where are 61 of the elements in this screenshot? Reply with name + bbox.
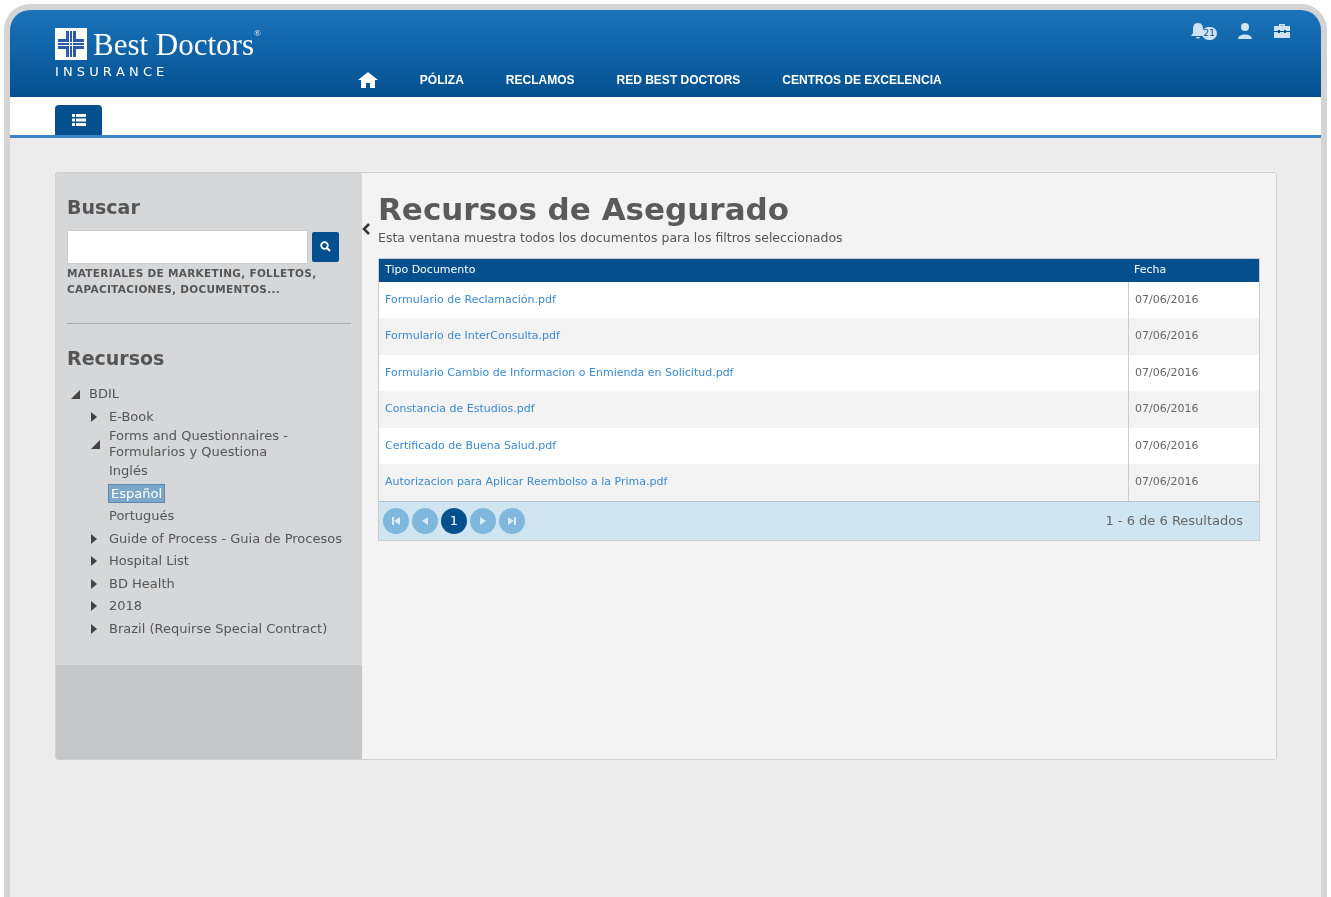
briefcase-icon[interactable] bbox=[1273, 23, 1291, 39]
collapsed-triangle-icon[interactable] bbox=[91, 623, 97, 634]
date-cell-text: 07/06/2016 bbox=[1135, 291, 1199, 308]
bell-icon[interactable] bbox=[1189, 22, 1206, 40]
document-link[interactable]: Certificado de Buena Salud.pdf bbox=[385, 437, 557, 455]
tree-item[interactable]: E-Book bbox=[108, 408, 155, 425]
tree-item[interactable]: Inglés bbox=[108, 463, 149, 480]
document-link[interactable]: Formulario de InterConsulta.pdf bbox=[385, 328, 560, 345]
triangle-icon bbox=[480, 516, 486, 525]
search-button[interactable] bbox=[312, 231, 339, 262]
triangle-icon bbox=[508, 516, 516, 525]
tree-item[interactable]: BDIL bbox=[88, 386, 120, 403]
logo-wordmark: Best Doctors® bbox=[93, 28, 261, 60]
search-field[interactable] bbox=[67, 229, 308, 264]
page-title: Recursos de Asegurado bbox=[378, 190, 791, 228]
page-button[interactable]: 1 bbox=[441, 507, 467, 534]
tree-item[interactable]: 2018 bbox=[108, 598, 144, 615]
search-hint: MATERIALES DE MARKETING, FOLLETOS, CAPACITACIONES, DOCUMENTOS... bbox=[67, 265, 318, 297]
expanded-triangle-icon[interactable] bbox=[91, 439, 100, 449]
document-link[interactable]: Formulario de Reclamación.pdf bbox=[385, 291, 556, 309]
collapse-icon[interactable] bbox=[362, 223, 370, 235]
tree-item[interactable]: Brazil (Requirse Special Contract) bbox=[108, 620, 329, 637]
tree-item[interactable]: Guide of Process - Guia de Procesos bbox=[108, 530, 343, 547]
logo-tagline: I N S U R A N C E bbox=[55, 63, 166, 81]
tree-item[interactable]: Portugués bbox=[108, 508, 176, 525]
nav-link[interactable]: RED BEST DOCTORS bbox=[616, 71, 741, 89]
document-link[interactable]: Formulario Cambio de Informacion o Enmienda en Solicitud.pdf bbox=[385, 364, 734, 382]
date-cell: 07/06/2016 bbox=[1135, 328, 1199, 345]
user-icon[interactable] bbox=[1237, 22, 1253, 40]
resources-heading: Recursos bbox=[67, 345, 166, 371]
date-cell-text: 07/06/2016 bbox=[1135, 437, 1199, 454]
column-header: Fecha bbox=[1134, 262, 1167, 278]
column-header: Tipo Documento bbox=[385, 262, 476, 278]
search-icon bbox=[320, 241, 331, 252]
date-cell: 07/06/2016 bbox=[1135, 401, 1199, 418]
triangle-icon bbox=[392, 516, 400, 525]
tree-item[interactable]: Hospital List bbox=[108, 553, 190, 570]
home-icon[interactable] bbox=[356, 71, 379, 89]
document-link[interactable]: Autorizacion para Aplicar Reembolso a la Prima.pdf bbox=[385, 474, 668, 491]
expanded-triangle-icon[interactable] bbox=[71, 389, 80, 399]
date-cell: 07/06/2016 bbox=[1135, 474, 1199, 491]
collapsed-triangle-icon[interactable] bbox=[91, 601, 97, 612]
logo-icon bbox=[55, 28, 87, 60]
nav-link[interactable]: RECLAMOS bbox=[505, 71, 575, 89]
date-cell-text: 07/06/2016 bbox=[1135, 364, 1199, 381]
tree-item[interactable]: Forms and Questionnaires - Formularios y Questiona bbox=[108, 428, 298, 460]
collapsed-triangle-icon[interactable] bbox=[91, 411, 97, 422]
notification-count: 21 bbox=[1201, 27, 1217, 40]
triangle-icon bbox=[422, 516, 428, 525]
list-menu-button[interactable] bbox=[55, 105, 102, 135]
collapsed-triangle-icon[interactable] bbox=[91, 556, 97, 567]
results-summary: 1 - 6 de 6 Resultados bbox=[1105, 512, 1244, 530]
search-heading: Buscar bbox=[67, 195, 141, 220]
collapsed-triangle-icon[interactable] bbox=[91, 578, 97, 589]
collapsed-triangle-icon[interactable] bbox=[91, 533, 97, 544]
tree-item[interactable]: BD Health bbox=[108, 575, 176, 592]
nav-link[interactable]: PÓLIZA bbox=[419, 71, 464, 89]
list-icon bbox=[71, 114, 86, 126]
document-link[interactable]: Constancia de Estudios.pdf bbox=[385, 401, 535, 418]
page-description: Esta ventana muestra todos los documentos para los filtros seleccionados bbox=[378, 229, 844, 247]
nav-link[interactable]: CENTROS DE EXCELENCIA bbox=[782, 71, 942, 89]
